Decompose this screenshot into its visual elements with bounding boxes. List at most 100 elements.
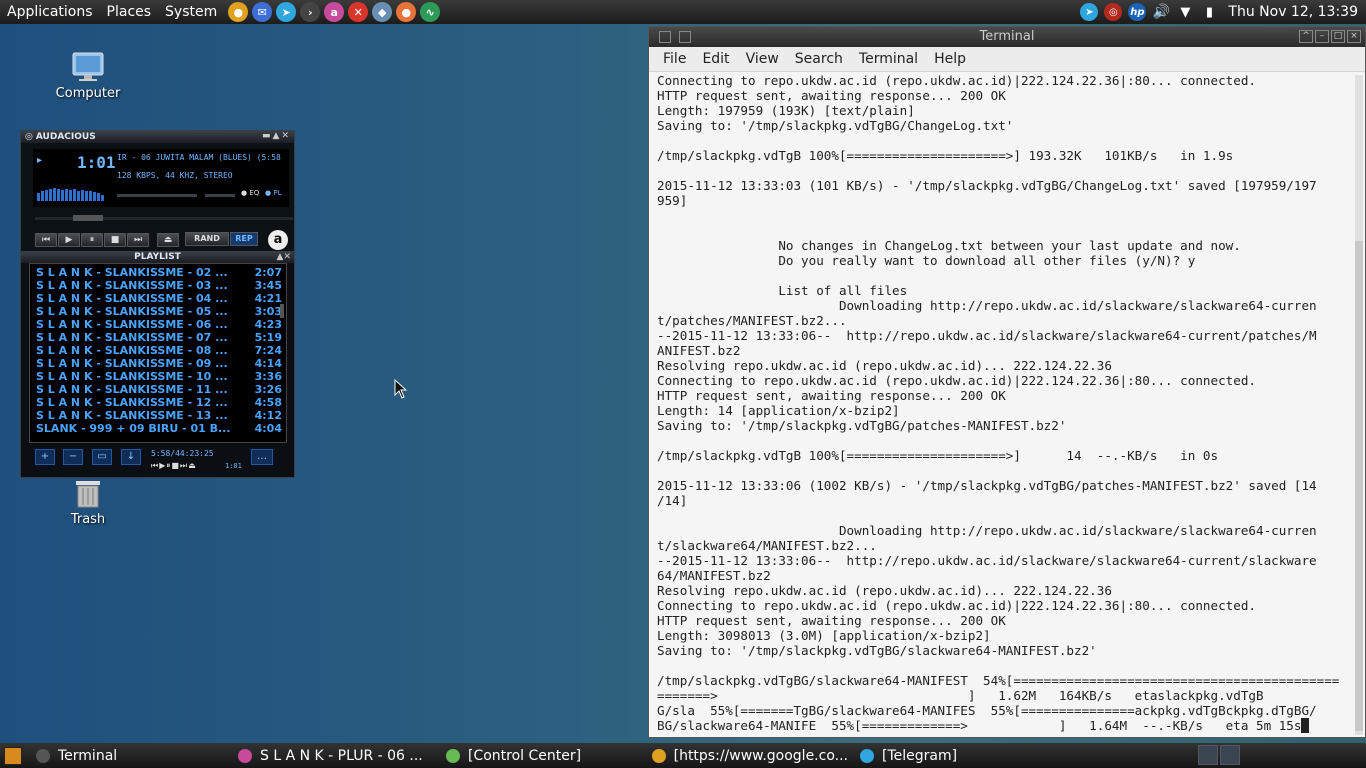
playlist-item[interactable]: S L A N K - SLANKISSME - 13 ... 4:12 xyxy=(36,409,286,422)
terminal-line: Downloading http://repo.ukdw.ac.id/slack… xyxy=(657,298,1317,313)
mouse-pointer-icon xyxy=(394,379,408,399)
taskbar-item[interactable]: Terminal xyxy=(30,743,232,768)
menu-view[interactable]: View xyxy=(738,51,787,67)
playlist-item[interactable]: S L A N K - SLANKISSME - 08 ... 7:24 xyxy=(36,344,286,357)
previous-button[interactable]: ⏮ xyxy=(35,233,57,247)
playlist-item-duration: 4:23 xyxy=(254,318,282,331)
minimize-button[interactable]: – xyxy=(1315,30,1329,43)
hp-icon[interactable]: hp xyxy=(1128,3,1147,21)
volume-icon[interactable]: 🔊 xyxy=(1152,3,1170,21)
maximize-button[interactable]: □ xyxy=(1331,30,1345,43)
desktop-trash[interactable]: Trash xyxy=(38,478,138,527)
playlist-item[interactable]: S L A N K - SLANKISSME - 11 ... 3:26 xyxy=(36,383,286,396)
wifi-icon[interactable]: ▼ xyxy=(1176,3,1194,21)
mini-controls[interactable]: ⏮▶⏸■⏭⏏ xyxy=(151,461,197,471)
firefox-icon[interactable]: ● xyxy=(396,2,417,22)
workspace-switcher[interactable] xyxy=(1198,745,1240,765)
terminal-menubar: File Edit View Search Terminal Help xyxy=(649,47,1365,72)
menu-terminal[interactable]: Terminal xyxy=(851,51,926,67)
playlist-item[interactable]: S L A N K - SLANKISSME - 07 ... 5:19 xyxy=(36,331,286,344)
menu-help[interactable]: Help xyxy=(926,51,974,67)
terminal-line: Length: 3098013 (3.0M) [application/x-bz… xyxy=(657,628,991,643)
terminal-icon[interactable]: › xyxy=(300,2,321,22)
balance-slider[interactable] xyxy=(205,194,235,197)
audacious-display: ▸ 1:01 IR - 06 JUWITA MALAM (BLUES) (5:5… xyxy=(33,149,289,207)
thunderbird-icon[interactable]: ✉ xyxy=(252,2,273,22)
remove-file-button[interactable]: − xyxy=(63,449,83,465)
seek-thumb[interactable] xyxy=(73,215,103,221)
workspace-2[interactable] xyxy=(1220,745,1240,765)
close-app-icon[interactable]: ✕ xyxy=(348,2,369,22)
eq-toggle[interactable]: ● EQ xyxy=(241,189,259,197)
playlist-item[interactable]: SLANK - 999 + 09 BIRU - 01 B... 4:04 xyxy=(36,422,286,435)
taskbar-item[interactable]: [Telegram] xyxy=(854,743,986,768)
playlist-item[interactable]: S L A N K - SLANKISSME - 04 ... 4:21 xyxy=(36,292,286,305)
menu-edit[interactable]: Edit xyxy=(694,51,737,67)
playlist-item[interactable]: S L A N K - SLANKISSME - 10 ... 3:36 xyxy=(36,370,286,383)
menu-applications[interactable]: Applications xyxy=(0,4,100,20)
elapsed-time[interactable]: 1:01 xyxy=(77,153,116,172)
audacious-titlebar[interactable]: ◎ AUDACIOUS ▬▲✕ xyxy=(21,131,294,143)
desktop-computer[interactable]: Computer xyxy=(38,52,138,101)
computer-icon xyxy=(72,52,104,82)
play-button[interactable]: ▶ xyxy=(58,233,80,247)
clock[interactable]: Thu Nov 12, 13:39 xyxy=(1228,4,1358,20)
playlist-title: PLAYLIST xyxy=(134,252,181,262)
next-button[interactable]: ⏭ xyxy=(127,233,149,247)
telegram-icon[interactable]: ➤ xyxy=(276,2,297,22)
playlist-item[interactable]: S L A N K - SLANKISSME - 09 ... 4:14 xyxy=(36,357,286,370)
workspace-1[interactable] xyxy=(1198,745,1218,765)
sticky-button[interactable] xyxy=(679,31,691,43)
monitor-icon[interactable]: ∿ xyxy=(420,2,441,22)
menu-search[interactable]: Search xyxy=(787,51,851,67)
menu-file[interactable]: File xyxy=(655,51,694,67)
volume-slider[interactable] xyxy=(117,194,197,197)
window-menu-button[interactable] xyxy=(659,31,671,43)
playlist-controls[interactable]: ▲✕ xyxy=(277,251,291,263)
taskbar-item[interactable]: [Control Center] xyxy=(440,743,646,768)
terminal-line: BG/slackware64-MANIFE 55%[=============>… xyxy=(657,718,1357,733)
terminal-output[interactable]: Connecting to repo.ukdw.ac.id (repo.ukdw… xyxy=(657,73,1357,735)
audacious-logo[interactable]: a xyxy=(268,230,288,250)
menu-system[interactable]: System xyxy=(158,4,224,20)
show-desktop-icon[interactable] xyxy=(4,746,22,765)
playlist-item[interactable]: S L A N K - SLANKISSME - 03 ... 3:45 xyxy=(36,279,286,292)
shuffle-button[interactable]: RAND xyxy=(185,232,229,246)
audacious-icon[interactable]: a xyxy=(324,2,345,22)
pl-toggle[interactable]: ● PL xyxy=(265,189,281,197)
audacious-menu-icon[interactable]: ◎ xyxy=(25,132,33,142)
playlist-item[interactable]: S L A N K - SLANKISSME - 05 ... 3:03 xyxy=(36,305,286,318)
telegram-tray-icon[interactable]: ➤ xyxy=(1080,3,1099,21)
playlist-scrollbar[interactable] xyxy=(280,304,284,318)
select-button[interactable]: ▭ xyxy=(92,449,112,465)
add-file-button[interactable]: + xyxy=(35,449,55,465)
network-icon[interactable]: ◆ xyxy=(372,2,393,22)
repeat-button[interactable]: REP xyxy=(230,232,258,246)
chrome-icon[interactable]: ● xyxy=(228,2,249,22)
list-options-button[interactable]: … xyxy=(251,449,273,465)
eject-button[interactable]: ⏏ xyxy=(157,233,179,247)
close-button[interactable]: × xyxy=(1347,30,1361,43)
playlist: S L A N K - SLANKISSME - 02 ... 2:07 S L A… xyxy=(29,263,287,443)
playlist-item[interactable]: S L A N K - SLANKISSME - 02 ... 2:07 xyxy=(36,266,286,279)
terminal-line: Resolving repo.ukdw.ac.id (repo.ukdw.ac.… xyxy=(657,358,1112,373)
playlist-titlebar[interactable]: PLAYLIST ▲✕ xyxy=(21,251,294,263)
terminal-titlebar[interactable]: Terminal ^ – □ × xyxy=(649,27,1365,47)
stop-button[interactable]: ■ xyxy=(104,233,126,247)
window-controls[interactable]: ▬▲✕ xyxy=(262,131,291,141)
taskbar-item[interactable]: [https://www.google.co... xyxy=(646,743,854,768)
terminal-window: Terminal ^ – □ × File Edit View Search T… xyxy=(648,26,1366,738)
battery-icon[interactable]: ▮ xyxy=(1200,3,1218,21)
misc-button[interactable]: ↓ xyxy=(121,449,141,465)
shade-button[interactable]: ^ xyxy=(1299,30,1313,43)
pause-button[interactable]: ⏸ xyxy=(81,233,103,247)
audacious-main: ▸ 1:01 IR - 06 JUWITA MALAM (BLUES) (5:5… xyxy=(21,143,294,251)
playlist-item[interactable]: S L A N K - SLANKISSME - 12 ... 4:58 xyxy=(36,396,286,409)
menu-places[interactable]: Places xyxy=(100,4,159,20)
visualizer[interactable] xyxy=(37,187,107,201)
ubuntu-one-icon[interactable]: ◎ xyxy=(1104,3,1123,21)
playlist-item[interactable]: S L A N K - SLANKISSME - 06 ... 4:23 xyxy=(36,318,286,331)
taskbar-item[interactable]: S L A N K - PLUR - 06 ... xyxy=(232,743,440,768)
